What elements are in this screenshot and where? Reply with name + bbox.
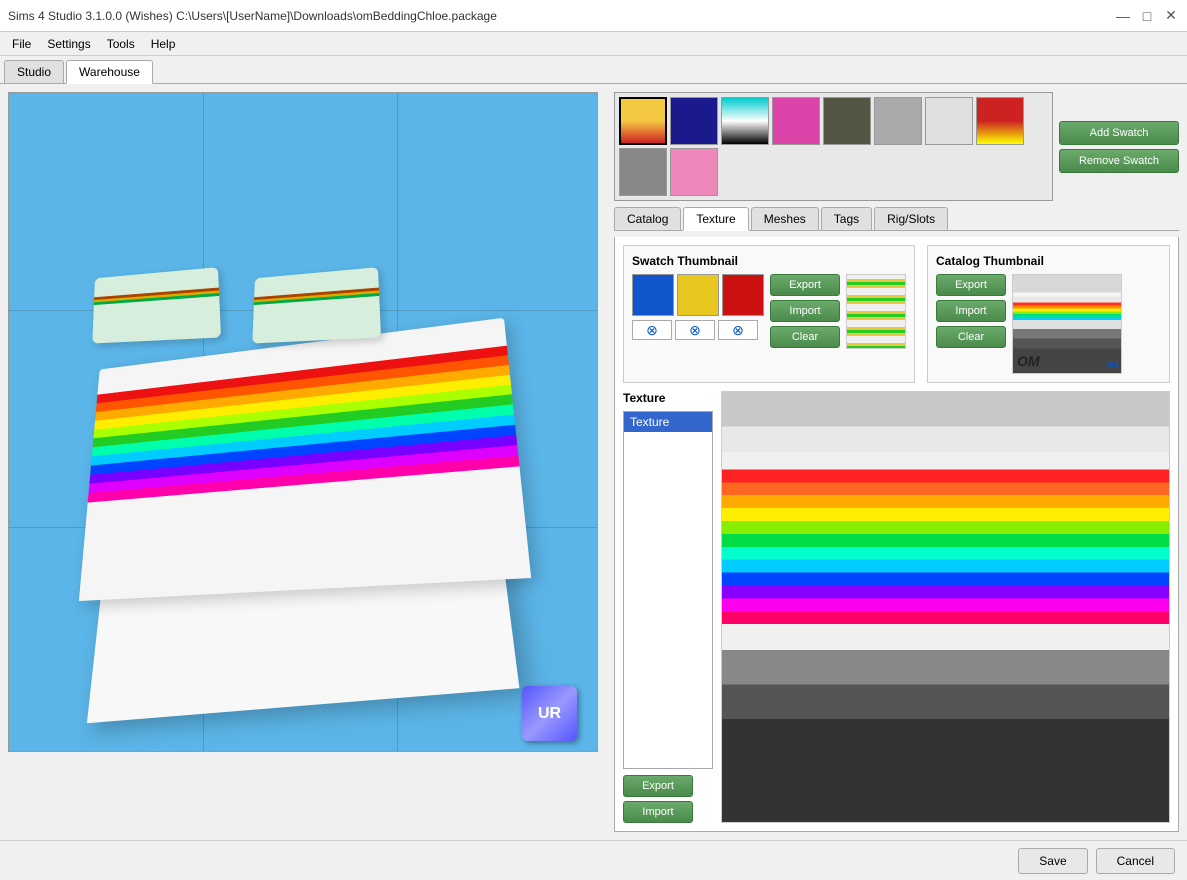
maximize-button[interactable]: □ — [1139, 8, 1155, 24]
swatch-area: Add Swatch Remove Swatch — [614, 92, 1179, 201]
tab-catalog[interactable]: Catalog — [614, 207, 681, 230]
swatch-9[interactable] — [619, 148, 667, 196]
catalog-export-button[interactable]: Export — [936, 274, 1006, 296]
texture-import-button[interactable]: Import — [623, 801, 693, 823]
swatch-x-row: ⊗ ⊗ ⊗ — [632, 320, 764, 340]
swatch-x-btn-2[interactable]: ⊗ — [675, 320, 715, 340]
close-button[interactable]: ✕ — [1163, 8, 1179, 24]
swatch-clear-button[interactable]: Clear — [770, 326, 840, 348]
titlebar-controls: — □ ✕ — [1115, 8, 1179, 24]
swatch-6[interactable] — [874, 97, 922, 145]
minimize-button[interactable]: — — [1115, 8, 1131, 24]
texture-section-title: Texture — [623, 391, 713, 405]
bed-scene — [49, 211, 549, 671]
viewport-panel[interactable]: UR — [8, 92, 598, 752]
right-panel: Add Swatch Remove Swatch Catalog Texture… — [606, 84, 1187, 840]
inner-tabs: Catalog Texture Meshes Tags Rig/Slots — [614, 207, 1179, 231]
texture-preview-image — [722, 392, 1169, 822]
swatch-thumbnail-section: Swatch Thumbnail ⊗ ⊗ ⊗ — [623, 245, 915, 383]
texture-tab-content: Swatch Thumbnail ⊗ ⊗ ⊗ — [614, 237, 1179, 832]
menu-settings[interactable]: Settings — [39, 35, 98, 53]
swatch-export-button[interactable]: Export — [770, 274, 840, 296]
catalog-thumbnail-content: Export Import Clear OM S4 — [936, 274, 1161, 374]
titlebar: Sims 4 Studio 3.1.0.0 (Wishes) C:\Users\… — [0, 0, 1187, 32]
swatch-container[interactable] — [614, 92, 1053, 201]
swatch-5[interactable] — [823, 97, 871, 145]
catalog-thumbnail-section: Catalog Thumbnail Export Import Clear OM… — [927, 245, 1170, 383]
swatch-3[interactable] — [721, 97, 769, 145]
menu-tools[interactable]: Tools — [99, 35, 143, 53]
swatch-7[interactable] — [925, 97, 973, 145]
tab-rigslots[interactable]: Rig/Slots — [874, 207, 948, 230]
swatch-x-btn-3[interactable]: ⊗ — [718, 320, 758, 340]
swatch-color-red[interactable] — [722, 274, 764, 316]
texture-preview-area — [721, 391, 1170, 823]
catalog-logo: S4 — [1107, 360, 1119, 371]
catalog-thumb-preview: OM S4 — [1012, 274, 1122, 374]
remove-swatch-button[interactable]: Remove Swatch — [1059, 149, 1179, 173]
menu-file[interactable]: File — [4, 35, 39, 53]
thumbnails-row: Swatch Thumbnail ⊗ ⊗ ⊗ — [623, 245, 1170, 383]
texture-export-button[interactable]: Export — [623, 775, 693, 797]
swatch-thumb-action-btns: Export Import Clear — [770, 274, 840, 349]
menubar: File Settings Tools Help — [0, 32, 1187, 56]
swatch-thumb-preview — [846, 274, 906, 349]
tab-studio[interactable]: Studio — [4, 60, 64, 83]
catalog-import-button[interactable]: Import — [936, 300, 1006, 322]
swatch-import-button[interactable]: Import — [770, 300, 840, 322]
pillow-right — [252, 267, 381, 343]
tab-meshes[interactable]: Meshes — [751, 207, 819, 230]
swatch-8[interactable] — [976, 97, 1024, 145]
swatch-thumb-left: ⊗ ⊗ ⊗ — [632, 274, 764, 349]
titlebar-title: Sims 4 Studio 3.1.0.0 (Wishes) C:\Users\… — [8, 9, 497, 23]
texture-list-item[interactable]: Texture — [624, 412, 712, 432]
swatch-buttons: Add Swatch Remove Swatch — [1059, 121, 1179, 173]
catalog-clear-button[interactable]: Clear — [936, 326, 1006, 348]
texture-list[interactable]: Texture — [623, 411, 713, 769]
texture-left-panel: Texture Texture Export Import — [623, 391, 713, 823]
swatch-thumbnail-content: ⊗ ⊗ ⊗ Export Import Clear — [632, 274, 906, 349]
main-tabbar: Studio Warehouse — [0, 56, 1187, 84]
main-content: UR Add Swatch Remove Swatch — [0, 84, 1187, 840]
tab-warehouse[interactable]: Warehouse — [66, 60, 153, 84]
menu-help[interactable]: Help — [143, 35, 184, 53]
bottom-bar: Save Cancel — [0, 840, 1187, 880]
catalog-thumbnail-title: Catalog Thumbnail — [936, 254, 1161, 268]
texture-action-btns: Export Import — [623, 775, 713, 823]
swatch-thumb-colors — [632, 274, 764, 316]
swatch-x-btn-1[interactable]: ⊗ — [632, 320, 672, 340]
add-swatch-button[interactable]: Add Swatch — [1059, 121, 1179, 145]
texture-section: Texture Texture Export Import — [623, 391, 1170, 823]
swatch-4[interactable] — [772, 97, 820, 145]
swatch-10[interactable] — [670, 148, 718, 196]
bed-cover — [79, 318, 531, 601]
swatch-1[interactable] — [619, 97, 667, 145]
swatch-color-yellow[interactable] — [677, 274, 719, 316]
save-button[interactable]: Save — [1018, 848, 1087, 874]
swatch-2[interactable] — [670, 97, 718, 145]
swatch-color-blue[interactable] — [632, 274, 674, 316]
tab-texture[interactable]: Texture — [683, 207, 748, 231]
catalog-thumb-action-btns: Export Import Clear — [936, 274, 1006, 374]
catalog-watermark: OM — [1017, 353, 1040, 369]
nav-cube[interactable]: UR — [522, 686, 577, 741]
swatch-thumbnail-title: Swatch Thumbnail — [632, 254, 906, 268]
tab-tags[interactable]: Tags — [821, 207, 872, 230]
cancel-button[interactable]: Cancel — [1096, 848, 1175, 874]
pillow-left — [92, 267, 221, 343]
